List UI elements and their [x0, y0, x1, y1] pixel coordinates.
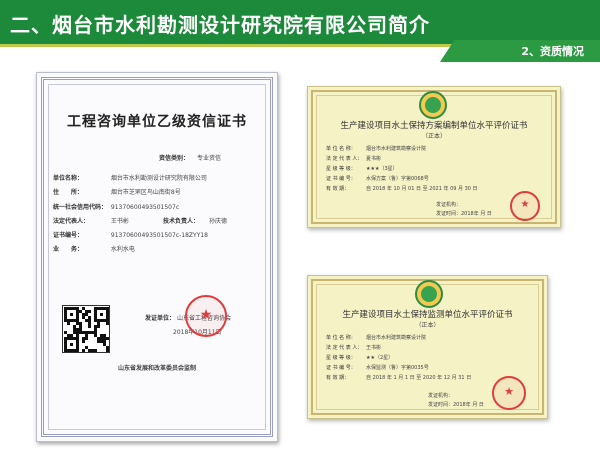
qr-code-icon — [62, 305, 110, 353]
certificate-subtitle: （正本） — [421, 133, 446, 140]
qr-module — [76, 349, 79, 352]
cert-row-legal-rep: 法 定 代 表 人： 夏书彬 — [326, 156, 382, 162]
certificate-title: 生产建设项目水土保持监测单位水平评价证书 — [342, 310, 513, 320]
cert-row-legal-rep: 法定代表人： 王书彬 — [53, 218, 129, 225]
cert-row-address: 住 所： 烟台市芝罘区鸟山南街8号 — [53, 189, 181, 196]
cert-issue-date: 发证时间：2018年 月 日 — [436, 211, 492, 217]
cert-issuer: 发证机构： — [428, 393, 454, 399]
emblem-icon — [415, 280, 443, 308]
cert-issuer: 发证机构： — [436, 202, 462, 208]
qr-module — [100, 313, 103, 316]
cert-row-cert-number: 证 书 编 号： 水保监测（鲁）字第0035号 — [326, 365, 429, 371]
cert-row-cert-number: 证书编号： 91370600493501507c-18ZYY18 — [53, 232, 208, 239]
cert-row-name: 单位名称： 烟台市水利勘测设计研究院有限公司 — [53, 175, 207, 182]
qr-module — [88, 325, 91, 328]
qr-module — [82, 340, 85, 343]
cert-row-name: 单 位 名 称： 烟台市水利建筑勘察设计院 — [326, 335, 427, 341]
certificate-subtitle: （正本） — [415, 322, 440, 329]
certificate-soil-plan: 生产建设项目水土保持方案编制单位水平评价证书 （正本） 单 位 名 称： 烟台市水… — [307, 86, 561, 228]
qr-module — [94, 349, 97, 352]
cert-footer: 山东省发展和改革委员会监制 — [117, 365, 196, 372]
cert-row-business: 业 务： 水利水电 — [53, 246, 135, 253]
qr-module — [70, 313, 73, 316]
cert-row-legal-rep: 法 定 代 表 人： 王书彬 — [326, 345, 382, 351]
official-seal-icon: ★ — [510, 191, 540, 221]
section-tab-label: 2、资质情况 — [521, 45, 584, 58]
slide-title: 二、烟台市水利勘测设计研究院有限公司简介 — [10, 13, 430, 37]
qr-module — [106, 349, 109, 352]
qr-module — [82, 349, 85, 352]
cert-row-star-level: 星 级 等 级： ★★（2星） — [326, 355, 394, 361]
official-seal-icon: ★ — [185, 295, 227, 337]
cert-issue-date: 发证时间：2018年 月 日 — [428, 402, 484, 408]
certificate-consulting: 工程咨询单位乙级资信证书 资信类别： 专业资信 单位名称： 烟台市水利勘测设计研… — [36, 72, 278, 442]
cert-row-star-level: 星 级 等 级： ★★★（3星） — [326, 166, 398, 172]
qr-module — [97, 325, 100, 328]
official-seal-icon: ★ — [492, 376, 526, 410]
qr-module — [106, 322, 109, 325]
certificate-soil-monitoring: 生产建设项目水土保持监测单位水平评价证书 （正本） 单 位 名 称： 烟台市水利建… — [307, 275, 548, 419]
cert-row-validity: 有 效 期：自 2018 年 1 月 1 日 至 2020 年 12 月 31 … — [326, 375, 472, 381]
cert-row-name: 单 位 名 称： 烟台市水利建筑勘察设计院 — [326, 146, 427, 152]
certificate-title: 工程咨询单位乙级资信证书 — [67, 114, 247, 130]
qr-module — [70, 343, 73, 346]
cert-row-validity: 有 效 期：自 2018 年 10 月 01 日 至 2021 年 09 月 3… — [326, 186, 478, 192]
qr-module — [67, 322, 70, 325]
qr-module — [88, 310, 91, 313]
cert-row-cert-number: 证 书 编 号： 水保方案（鲁）字第0068号 — [326, 176, 429, 182]
emblem-icon — [419, 91, 447, 119]
cert-row-type: 资信类别： 专业资信 — [159, 155, 221, 162]
certificate-inner-frame — [48, 84, 266, 430]
qr-module — [106, 337, 109, 340]
cert-row-credit-code: 统一社会信用代码： 91370600493501507c — [53, 204, 180, 211]
certificate-title: 生产建设项目水土保持方案编制单位水平评价证书 — [340, 121, 528, 131]
cert-row-tech-lead: 技术负责人： 孙庆德 — [163, 218, 227, 225]
qr-module — [85, 337, 88, 340]
